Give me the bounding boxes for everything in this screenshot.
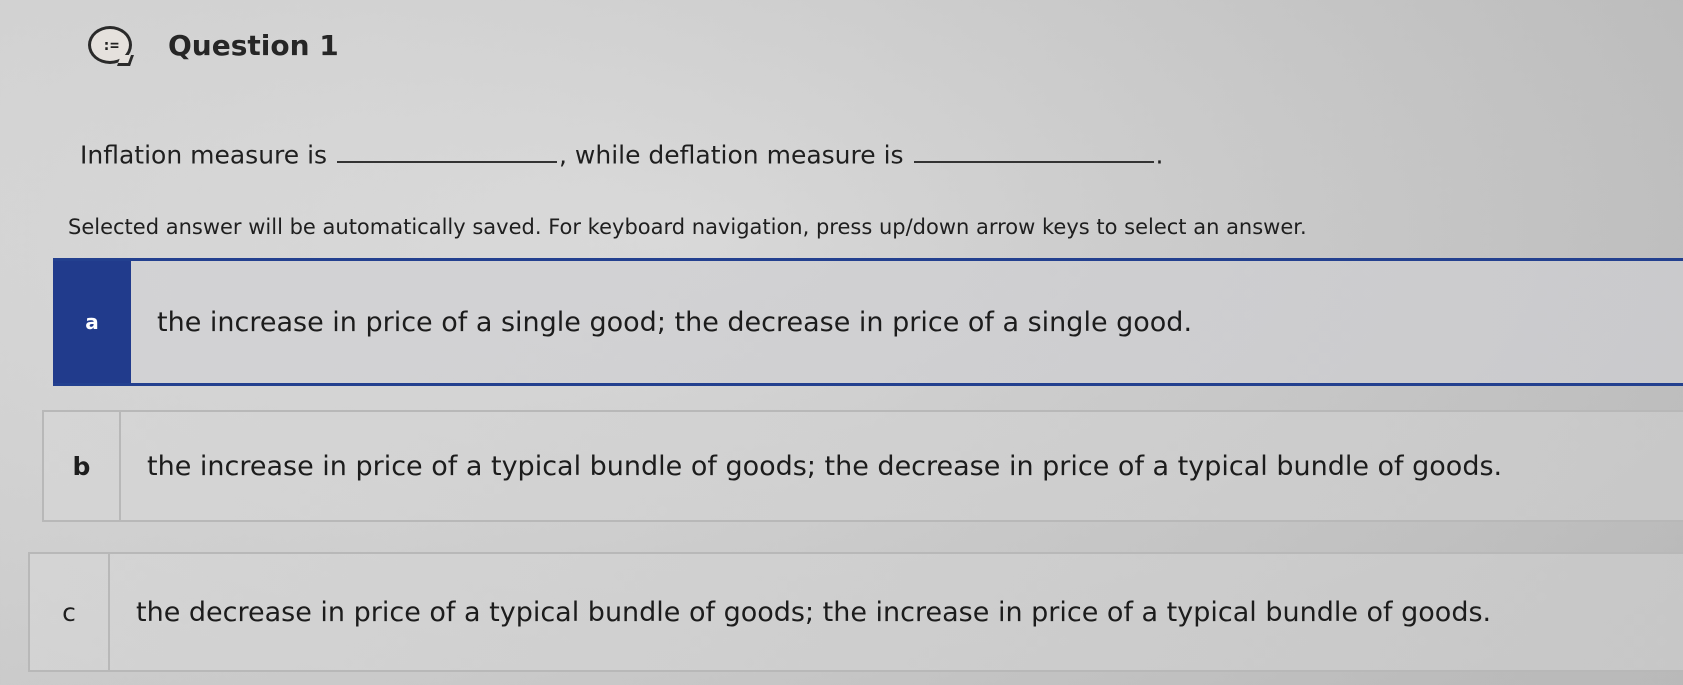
option-letter-b: b [44,412,121,520]
option-text-b: the increase in price of a typical bundl… [147,450,1503,482]
answer-option-a[interactable]: a the increase in price of a single good… [53,258,1683,386]
blank-2 [913,135,1154,164]
answer-option-b[interactable]: b the increase in price of a typical bun… [42,410,1683,522]
option-letter-c: c [30,554,110,670]
option-letter-a: a [53,261,131,383]
answer-instruction: Selected answer will be automatically sa… [68,215,1307,239]
question-title: Question 1 [168,28,339,62]
question-icon-glyph: := [101,36,119,54]
stem-text-part1: Inflation measure is [80,140,336,170]
question-list-icon: := [88,26,132,64]
question-header: := Question 1 [88,26,339,64]
stem-text-part3: . [1155,140,1164,170]
option-text-c: the decrease in price of a typical bundl… [136,596,1492,628]
blank-1 [337,135,558,164]
stem-text-part2: , while deflation measure is [559,140,912,170]
question-stem: Inflation measure is , while deflation m… [80,135,1163,169]
option-text-a: the increase in price of a single good; … [157,306,1193,338]
answer-option-c[interactable]: c the decrease in price of a typical bun… [28,552,1683,672]
